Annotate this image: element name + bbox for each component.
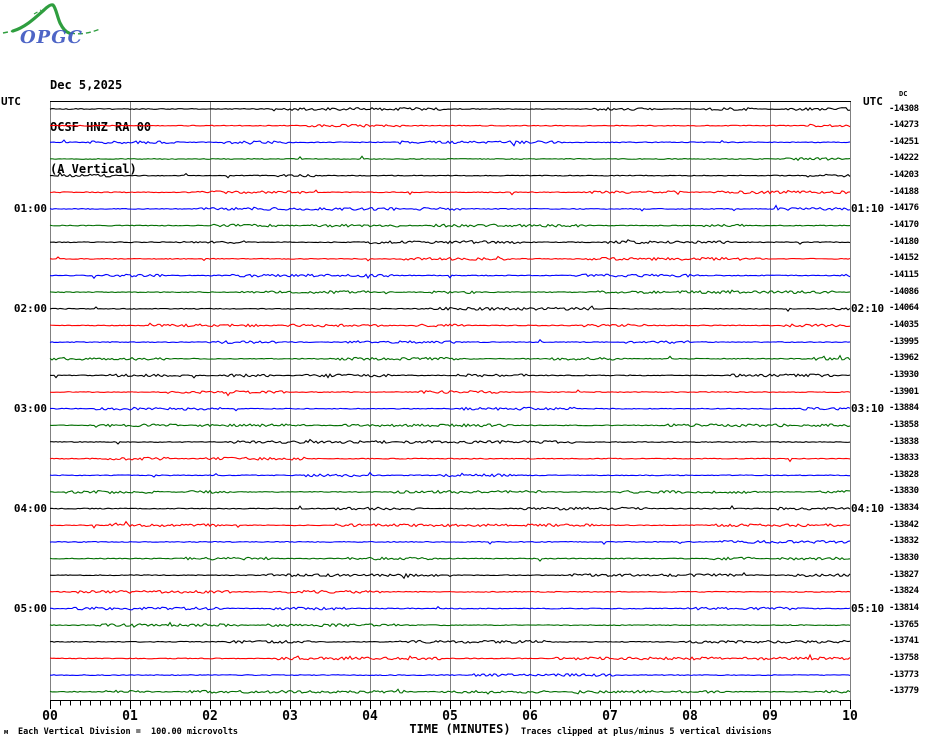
dc-value: -14152 — [889, 253, 919, 264]
corner-mark: м — [4, 728, 9, 736]
dc-value: -13962 — [889, 353, 919, 364]
dc-value: -13741 — [889, 636, 919, 647]
dc-value: -13773 — [889, 669, 919, 680]
dc-value: -13930 — [889, 369, 919, 380]
dc-value: -13842 — [889, 519, 919, 530]
scale-note: Each Vertical Division = 100.00 microvol… — [18, 727, 239, 737]
dc-value: -13814 — [889, 603, 919, 613]
dc-value: -14308 — [889, 103, 919, 114]
dc-value: -13779 — [889, 686, 919, 697]
dc-value: -13824 — [889, 586, 919, 597]
dc-value: -14176 — [889, 203, 919, 214]
dc-value: -14251 — [889, 136, 919, 147]
helicorder-page: OPGC Dec 5,2025 OCSF HNZ RA 00 (A Vertic… — [0, 0, 930, 744]
dc-value: -13833 — [889, 453, 919, 464]
x-tick-label: 08 — [682, 709, 698, 724]
x-axis-title: TIME (MINUTES) — [409, 722, 511, 736]
x-tick-label: 00 — [42, 709, 58, 724]
x-tick-label: 03 — [282, 709, 298, 724]
dc-value: -13765 — [889, 619, 919, 630]
x-tick-label: 07 — [602, 709, 618, 724]
dc-value: -13827 — [889, 569, 919, 580]
dc-value: -14115 — [889, 270, 919, 280]
left-hour-label: 03:00 — [13, 402, 47, 416]
dc-value: -13901 — [889, 386, 919, 397]
dc-value: -14222 — [889, 153, 919, 164]
x-tick-label: 10 — [842, 709, 858, 724]
left-hour-label: 01:00 — [13, 202, 47, 216]
x-tick-label: 04 — [362, 709, 378, 724]
dc-value: -13832 — [889, 536, 919, 547]
clip-note: Traces clipped at plus/minus 5 vertical … — [521, 727, 772, 737]
x-tick-label: 09 — [762, 709, 778, 724]
left-hour-label: 04:00 — [13, 502, 47, 516]
dc-value: -13830 — [889, 486, 919, 497]
dc-value: -13828 — [889, 469, 919, 480]
dc-value: -13834 — [889, 503, 919, 514]
seismogram-plot[interactable] — [0, 0, 930, 744]
x-tick-label: 01 — [122, 709, 138, 724]
dc-value: -13838 — [889, 436, 919, 447]
dc-value: -14035 — [889, 319, 919, 330]
dc-value: -13830 — [889, 553, 919, 564]
dc-value: -13858 — [889, 419, 919, 430]
dc-value: -14188 — [889, 186, 919, 197]
dc-value: -13884 — [889, 403, 919, 414]
dc-value: -14180 — [889, 236, 919, 247]
dc-value: -14273 — [889, 120, 919, 131]
left-hour-label: 05:00 — [13, 602, 47, 615]
dc-value: -13995 — [889, 336, 919, 347]
dc-value: -14170 — [889, 220, 919, 231]
dc-value: -13758 — [889, 652, 919, 663]
dc-value: -14064 — [889, 303, 919, 314]
left-hour-label: 02:00 — [13, 302, 47, 316]
x-tick-label: 02 — [202, 709, 218, 724]
dc-value: -14203 — [889, 170, 919, 181]
dc-value: -14086 — [889, 286, 919, 297]
